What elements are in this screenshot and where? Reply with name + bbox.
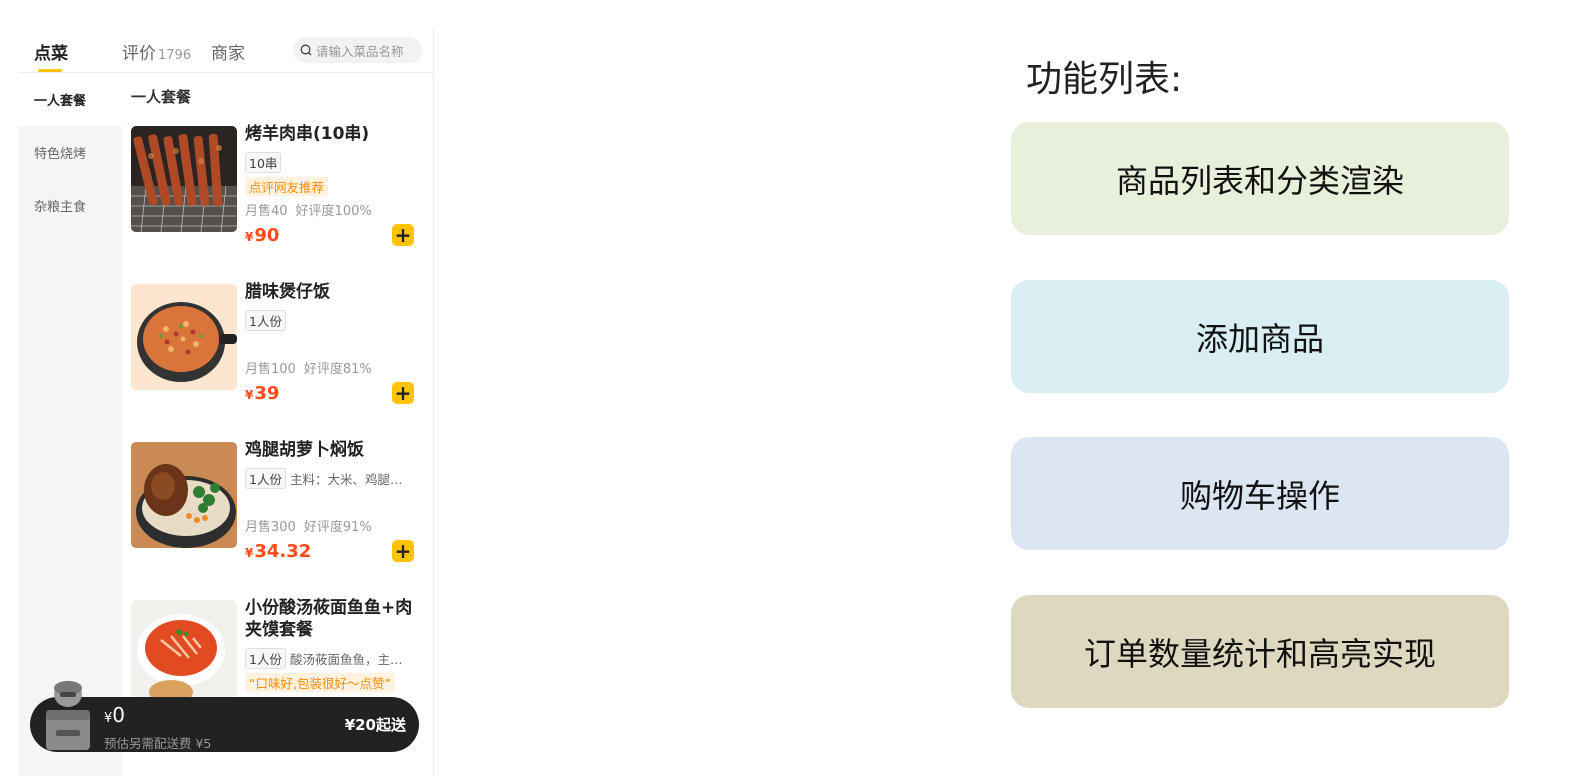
product-tags: 1人份 (245, 310, 421, 331)
price-value: 39 (254, 383, 280, 404)
product-price: ¥90 (245, 225, 279, 246)
product-stats: 月售40 好评度100% (245, 200, 372, 219)
app-screen: 点菜 评价 1796 商家 请输入菜品名称 一人套餐 特色烧烤 杂粮主食 一人套餐 (18, 28, 434, 776)
product-stats: 月售300 好评度91% (245, 516, 372, 535)
product-desc: 酸汤莜面鱼鱼，主… (289, 652, 403, 667)
feature-list-title: 功能列表: (1026, 59, 1183, 100)
portion-tag: 1人份 (245, 648, 286, 669)
product-image-skewers (131, 126, 237, 232)
sidebar-item-single-set[interactable]: 一人套餐 (18, 73, 122, 126)
sidebar-item-label: 杂粮主食 (34, 200, 87, 215)
tab-merchant[interactable]: 商家 (211, 39, 245, 64)
tab-order-label: 点菜 (34, 44, 68, 64)
feature-card-cart-ops: 购物车操作 (1011, 437, 1509, 550)
product-price: ¥39 (245, 383, 279, 404)
product-name: 腊味煲仔饭 (245, 282, 330, 302)
currency-symbol: ¥ (245, 388, 254, 402)
search-placeholder: 请输入菜品名称 (316, 43, 404, 59)
tab-reviews[interactable]: 评价 1796 (122, 39, 191, 64)
product-tags: 10串 (245, 152, 421, 173)
min-order-button[interactable]: ¥20起送 (345, 714, 406, 735)
delivery-fee: 预估另需配送费 ¥5 (104, 736, 212, 751)
product-name: 小份酸汤莜面鱼鱼+肉夹馍套餐 (245, 598, 413, 640)
portion-tag: 1人份 (245, 468, 286, 489)
product-tags: 1人份 主料：大米、鸡腿… (245, 468, 421, 489)
rating: 好评度100% (295, 204, 372, 219)
product-name: 烤羊肉串(10串) (245, 124, 370, 144)
rating: 好评度81% (303, 362, 372, 377)
currency-symbol: ¥ (245, 230, 254, 244)
search-icon (300, 44, 312, 56)
add-to-cart-button[interactable]: + (392, 224, 414, 246)
feature-card-order-count: 订单数量统计和高亮实现 (1011, 595, 1509, 708)
tab-reviews-label: 评价 (122, 44, 156, 64)
feature-card-product-list: 商品列表和分类渲染 (1011, 122, 1509, 235)
rating: 好评度91% (303, 520, 372, 535)
product-item[interactable]: 烤羊肉串(10串) 10串 点评网友推荐 月售40 好评度100% ¥90 + (131, 124, 421, 266)
product-desc: 主料：大米、鸡腿… (289, 472, 403, 487)
product-image-chicken-rice (131, 442, 237, 548)
price-value: 34.32 (254, 541, 312, 562)
top-tab-bar: 点菜 评价 1796 商家 请输入菜品名称 (18, 28, 433, 73)
product-item[interactable]: 鸡腿胡萝卜焖饭 1人份 主料：大米、鸡腿… 月售300 好评度91% ¥34.32 … (131, 440, 421, 582)
cart-total: ¥0 (104, 703, 125, 727)
product-item[interactable]: 腊味煲仔饭 1人份 月售100 好评度81% ¥39 + (131, 282, 421, 424)
review-quote-badge: “口味好,包装很好～点赞” (245, 673, 395, 692)
price-value: 90 (254, 225, 280, 246)
sidebar-item-label: 特色烧烤 (34, 147, 87, 162)
monthly-sales: 月售100 (245, 362, 296, 377)
sidebar-item-bbq[interactable]: 特色烧烤 (18, 126, 122, 179)
feature-card-add-product: 添加商品 (1011, 280, 1509, 393)
tab-order[interactable]: 点菜 (34, 39, 68, 64)
currency-symbol: ¥ (245, 546, 254, 560)
add-to-cart-button[interactable]: + (392, 540, 414, 562)
recommend-badge: 点评网友推荐 (245, 177, 329, 196)
add-to-cart-button[interactable]: + (392, 382, 414, 404)
review-count: 1796 (158, 48, 192, 63)
portion-tag: 1人份 (245, 310, 286, 331)
monthly-sales: 月售40 (245, 204, 288, 219)
sidebar-item-label: 一人套餐 (34, 94, 87, 109)
tab-merchant-label: 商家 (211, 44, 245, 64)
monthly-sales: 月售300 (245, 520, 296, 535)
product-image-clay-pot-rice (131, 284, 237, 390)
product-stats: 月售100 好评度81% (245, 358, 372, 377)
portion-tag: 10串 (245, 152, 282, 173)
active-tab-indicator (38, 69, 62, 72)
product-tags: 1人份 酸汤莜面鱼鱼，主… (245, 648, 421, 669)
sidebar-item-staple[interactable]: 杂粮主食 (18, 179, 122, 232)
product-name: 鸡腿胡萝卜焖饭 (245, 440, 364, 460)
section-title: 一人套餐 (131, 88, 192, 106)
product-image-noodle-set (131, 600, 237, 706)
product-price: ¥34.32 (245, 541, 311, 562)
cart-total-value: 0 (112, 703, 126, 727)
search-input[interactable]: 请输入菜品名称 (293, 37, 422, 63)
courier-mascot-icon[interactable] (38, 678, 98, 756)
category-sidebar: 一人套餐 特色烧烤 杂粮主食 (18, 73, 122, 776)
